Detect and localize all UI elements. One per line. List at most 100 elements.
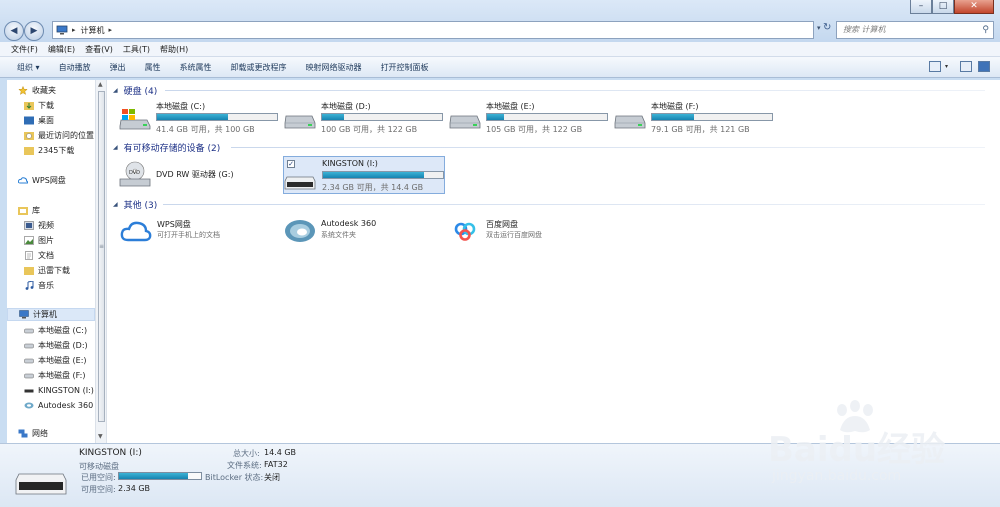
scroll-up-icon[interactable]: ▲ [98,81,103,88]
item-wps-netdisk[interactable]: WPS网盘 可打开手机上的文档 [120,218,280,246]
sidebar-label: 图片 [38,236,54,245]
sidebar-label: 本地磁盘 (F:) [38,371,86,380]
sidebar-label: 2345下载 [38,146,75,155]
sidebar-item-autodesk-360[interactable]: Autodesk 360 [7,399,93,412]
document-icon [25,251,33,260]
sidebar-item-desktop[interactable]: 桌面 [7,114,54,127]
sidebar-libraries[interactable]: 库 [7,204,40,217]
breadcrumb[interactable]: 计算机 [81,25,105,36]
details-used-label: 已用空间: [81,473,116,482]
refresh-icon[interactable]: ↻ [823,22,831,33]
sidebar-label: WPS网盘 [32,176,66,185]
sidebar-item-thunder-downloads[interactable]: 迅雷下载 [7,264,70,277]
preview-pane-icon[interactable] [960,61,972,72]
details-pane: KINGSTON (I:) 可移动磁盘 已用空间: 可用空间: 2.34 GB … [0,443,1000,507]
group-header-other[interactable]: ◢ 其他 (3) [113,198,157,211]
sidebar-item-recent[interactable]: 最近访问的位置 [7,129,94,142]
collapse-triangle-icon[interactable]: ◢ [113,144,118,151]
group-header-hard-disks[interactable]: ◢ 硬盘 (4) [113,84,157,97]
forward-button[interactable]: ▶ [24,21,44,41]
autodesk-icon [285,220,315,242]
folder-icon [24,147,34,155]
sidebar-item-drive-e[interactable]: 本地磁盘 (E:) [7,354,87,367]
details-free-label: 可用空间: [81,485,116,494]
sidebar-wps-netdisk[interactable]: WPS网盘 [7,174,66,187]
system-properties-button[interactable]: 系统属性 [180,62,212,73]
menu-tools[interactable]: 工具(T) [123,44,150,55]
collapse-triangle-icon[interactable]: ◢ [113,87,118,94]
address-bar[interactable]: ▸ 计算机 ▸ [52,21,814,39]
menu-edit[interactable]: 编辑(E) [48,44,75,55]
sidebar-item-documents[interactable]: 文档 [7,249,54,262]
drive-usage-fill [322,114,344,120]
computer-icon [56,25,68,35]
menu-file[interactable]: 文件(F) [11,44,38,55]
search-input[interactable]: 搜索 计算机 ⚲ [836,21,994,39]
group-title: 硬盘 (4) [123,87,158,97]
drive-c[interactable]: 本地磁盘 (C:) 41.4 GB 可用，共 100 GB [119,100,279,136]
sidebar-computer[interactable]: 计算机 [7,308,95,321]
sidebar-item-drive-c[interactable]: 本地磁盘 (C:) [7,324,87,337]
drive-kingston-i[interactable]: ✓ KINGSTON (I:) 2.34 GB 可用，共 14.4 GB [283,156,445,194]
organize-button[interactable]: 组织 ▾ [17,62,40,73]
menu-help[interactable]: 帮助(H) [160,44,188,55]
folder-icon [24,267,34,275]
sidebar-item-pictures[interactable]: 图片 [7,234,54,247]
drive-e[interactable]: 本地磁盘 (E:) 105 GB 可用，共 122 GB [449,100,609,136]
sidebar-label: KINGSTON (I:) [38,386,94,395]
menu-view[interactable]: 查看(V) [85,44,113,55]
navigation-pane-scrollbar[interactable]: ▲ ≡ ▼ [95,80,107,443]
sidebar-favorites[interactable]: 收藏夹 [7,84,56,97]
group-header-removable[interactable]: ◢ 有可移动存储的设备 (2) [113,141,220,154]
sidebar-item-drive-d[interactable]: 本地磁盘 (D:) [7,339,88,352]
drive-dvd-g[interactable]: DVD DVD RW 驱动器 (G:) [119,157,279,193]
sidebar-item-videos[interactable]: 视频 [7,219,54,232]
sidebar-item-2345-downloads[interactable]: 2345下载 [7,144,74,157]
sidebar-item-drive-f[interactable]: 本地磁盘 (F:) [7,369,85,382]
drive-f[interactable]: 本地磁盘 (F:) 79.1 GB 可用，共 121 GB [614,100,774,136]
change-view-icon[interactable] [928,61,941,72]
details-bitlocker-value: 关闭 [264,473,280,482]
item-name: Autodesk 360 [321,219,377,228]
scrollbar-thumb[interactable] [98,91,105,422]
eject-button[interactable]: 弹出 [110,62,126,73]
sidebar-network[interactable]: 网络 [7,427,48,440]
maximize-button[interactable]: □ [932,0,954,14]
collapse-triangle-icon[interactable]: ◢ [113,201,118,208]
breadcrumb-separator[interactable]: ▸ [109,26,113,34]
sidebar-label: 本地磁盘 (E:) [38,356,87,365]
sidebar-item-kingston[interactable]: KINGSTON (I:) [7,384,94,397]
close-button[interactable]: ✕ [954,0,994,14]
properties-button[interactable]: 属性 [145,62,161,73]
sidebar-label: 计算机 [33,310,57,319]
sidebar-label: 本地磁盘 (D:) [38,341,88,350]
sidebar-item-music[interactable]: 音乐 [7,279,54,292]
drive-icon [614,115,646,129]
scroll-down-icon[interactable]: ▼ [98,433,103,440]
drive-name: 本地磁盘 (D:) [321,102,371,111]
drive-usage-bar [651,113,773,121]
drive-usage-fill [487,114,504,120]
item-baidu-netdisk[interactable]: 百度网盘 双击运行百度网盘 [449,218,609,246]
item-autodesk-360[interactable]: Autodesk 360 系统文件夹 [284,218,444,246]
sidebar-item-downloads[interactable]: 下载 [7,99,54,112]
search-icon[interactable]: ⚲ [982,22,989,38]
drive-name: DVD RW 驱动器 (G:) [156,170,234,179]
sidebar-label: 迅雷下载 [38,266,70,275]
selection-checkbox[interactable]: ✓ [287,160,295,168]
autoplay-button[interactable]: 自动播放 [59,62,91,73]
dvd-icon: DVD [119,161,151,187]
autodesk-icon [24,402,34,409]
drive-d[interactable]: 本地磁盘 (D:) 100 GB 可用，共 122 GB [284,100,444,136]
sidebar-label: 库 [32,206,40,215]
uninstall-program-button[interactable]: 卸载或更改程序 [231,62,287,73]
address-history-dropdown[interactable]: ▾ [817,24,821,32]
scrollbar-grip-icon: ≡ [99,243,105,250]
minimize-button[interactable]: – [910,0,932,14]
open-control-panel-button[interactable]: 打开控制面板 [381,62,429,73]
help-icon[interactable] [978,61,990,72]
map-network-drive-button[interactable]: 映射网络驱动器 [306,62,362,73]
back-button[interactable]: ◀ [4,21,24,41]
sidebar-label: 文档 [38,251,54,260]
view-dropdown-icon[interactable]: ▾ [945,63,948,70]
